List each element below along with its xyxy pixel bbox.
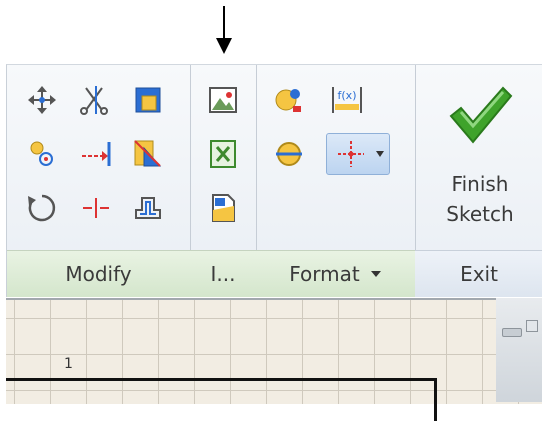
rotate-icon [28,194,56,222]
insert-image-button[interactable] [202,79,244,121]
chevron-down-icon [370,271,381,277]
image-icon [209,87,237,113]
parameter-button[interactable]: f(x) [326,79,368,121]
rotate-button[interactable] [21,187,63,229]
construction-button[interactable] [268,133,310,175]
trim-button[interactable] [75,79,117,121]
svg-text:f(x): f(x) [338,89,357,102]
format-panel-label-text: Format [289,262,360,286]
insert-acad-button[interactable] [202,187,244,229]
center-point-icon [338,141,364,167]
insert-panel-label: I... [190,250,256,297]
format-panel: f(x) Format [256,65,416,297]
finish-sketch-button[interactable]: Finish Sketch [423,73,537,245]
sketch-ribbon: Modify I... f(x) Format Finish Sketch Ex… [6,64,542,297]
insert-panel: I... [190,65,257,297]
format-panel-label[interactable]: Format [256,250,415,297]
fx-param-icon: f(x) [332,87,362,113]
finish-sketch-label-line1: Finish [451,172,509,196]
copy-button[interactable] [21,133,63,175]
extend-button[interactable] [127,79,169,121]
show-format-icon [275,89,301,112]
copy-icon [30,141,53,166]
scissors-icon [80,86,108,115]
exit-panel: Finish Sketch Exit [415,65,542,297]
offset-button[interactable] [127,187,169,229]
scale-icon [134,140,162,167]
construction-icon [276,142,302,166]
center-point-button[interactable] [326,133,390,175]
scale-button[interactable] [127,133,169,175]
stretch-button[interactable] [75,187,117,229]
checkmark-icon [449,86,513,144]
acad-file-icon [212,194,235,222]
extend-icon [135,87,161,113]
offset-icon [135,197,161,219]
finish-sketch-label-line2: Sketch [446,202,514,226]
insert-points-button[interactable] [202,133,244,175]
exit-panel-label: Exit [415,250,542,297]
minimize-button[interactable] [502,328,522,337]
sketch-canvas[interactable]: 1 [6,298,542,421]
move-icon [28,86,56,114]
sketch-rectangle[interactable] [6,378,437,421]
stretch-icon [83,198,109,218]
restore-button[interactable] [526,320,538,332]
dropdown-arrow-icon[interactable] [375,150,385,158]
grid-row-label: 1 [64,356,73,372]
pointer-arrow-icon [216,6,232,54]
excel-points-icon [210,140,236,168]
show-format-button[interactable] [268,79,310,121]
split-icon [82,142,111,166]
split-button[interactable] [75,133,117,175]
move-button[interactable] [21,79,63,121]
modify-panel: Modify [7,65,191,297]
canvas-view-controls [496,298,542,402]
modify-panel-label: Modify [7,250,190,297]
